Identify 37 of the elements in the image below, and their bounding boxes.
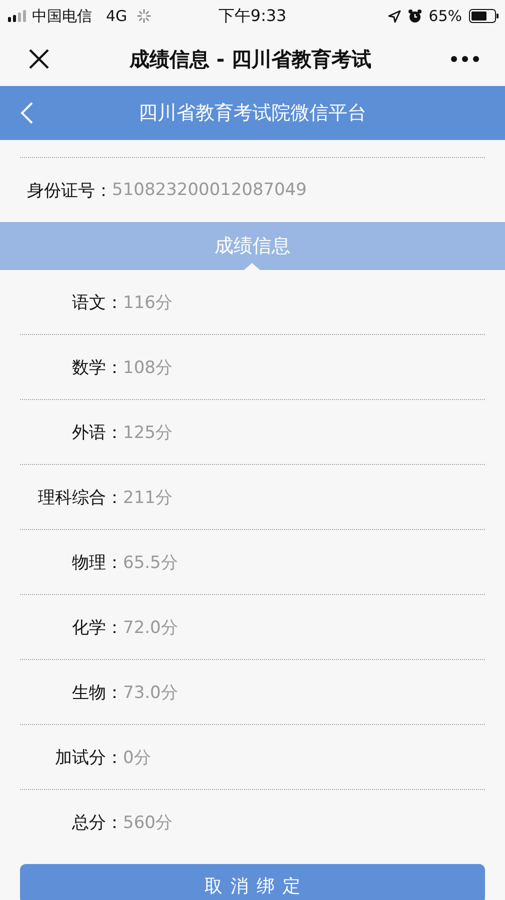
score-label: 总分： (71, 812, 123, 834)
signal-icon (8, 10, 28, 22)
score-label: 语文： (71, 292, 123, 314)
clock-time: 下午9:33 (218, 6, 286, 26)
score-label: 加试分： (54, 746, 123, 768)
score-label: 化学： (71, 616, 123, 638)
score-value: 116分 (123, 292, 172, 314)
score-value: 108分 (123, 356, 172, 378)
score-label: 理科综合： (37, 486, 123, 508)
field-label: 身份证号： (27, 180, 112, 202)
score-label: 物理： (71, 552, 123, 574)
battery-icon (469, 9, 499, 23)
score-value: 65.5分 (123, 552, 178, 574)
score-value: 125分 (123, 422, 172, 444)
score-value: 211分 (123, 486, 172, 508)
section-title: 成绩信息 (214, 234, 290, 259)
back-icon[interactable] (20, 101, 34, 125)
score-value: 73.0分 (123, 682, 178, 704)
score-label: 生物： (71, 682, 123, 704)
score-label: 数学： (71, 356, 123, 378)
score-label: 外语： (71, 422, 123, 444)
score-value: 0分 (123, 746, 151, 768)
more-icon[interactable] (451, 56, 479, 62)
loading-icon (137, 9, 152, 23)
carrier-name: 中国电信 (32, 6, 92, 26)
score-value: 72.0分 (123, 616, 178, 638)
page-title: 成绩信息 - 四川省教育考试 (128, 46, 373, 72)
pointer-notch-icon (244, 263, 260, 270)
location-arrow-icon (388, 10, 401, 22)
field-value: 510823200012087049 (112, 180, 307, 200)
header-title: 四川省教育考试院微信平台 (138, 101, 368, 126)
network-type: 4G (106, 7, 128, 25)
unbind-button[interactable]: 取消绑定 (20, 864, 485, 900)
close-icon[interactable] (28, 48, 50, 70)
alarm-clock-icon (408, 9, 422, 23)
score-value: 560分 (123, 812, 172, 834)
battery-percent: 65% (428, 7, 462, 25)
